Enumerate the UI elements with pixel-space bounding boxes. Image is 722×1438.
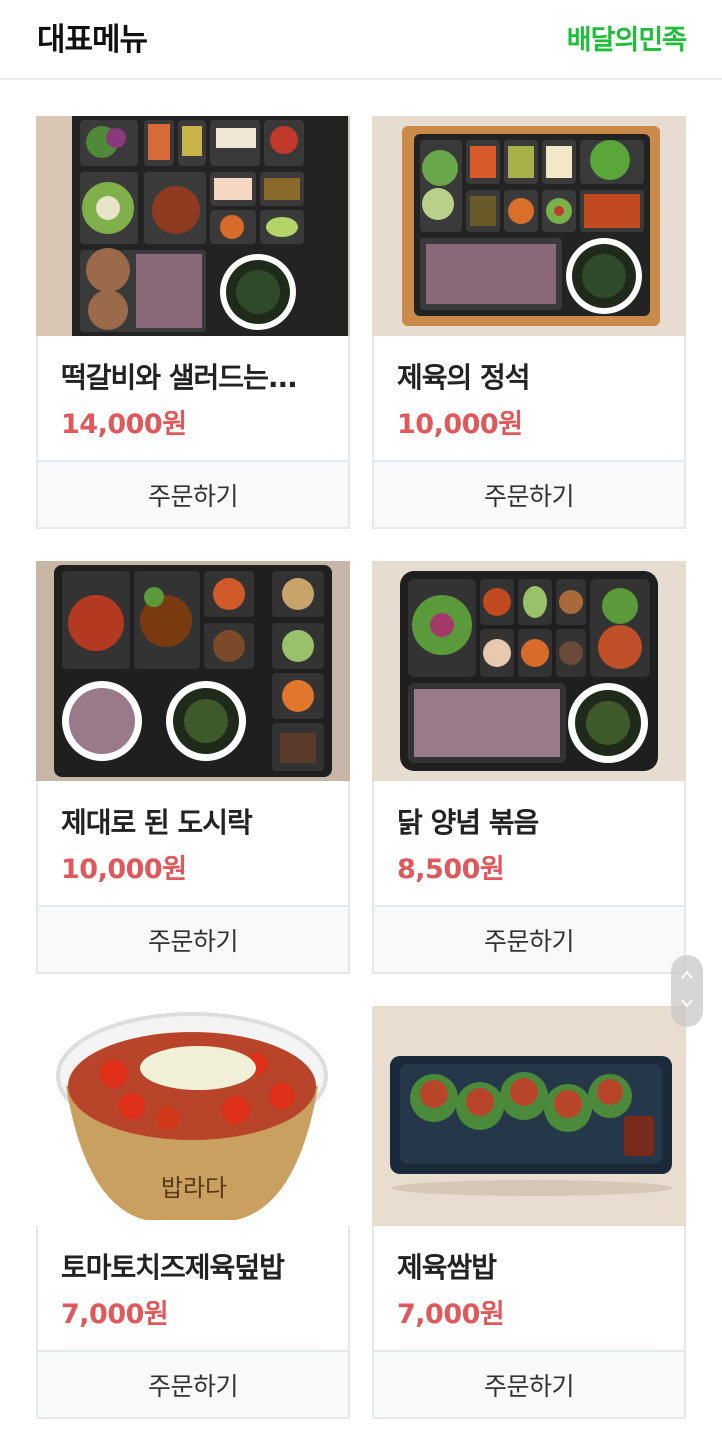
menu-card[interactable]: 제육쌈밥 7,000원 주문하기 bbox=[372, 1006, 686, 1419]
menu-card[interactable]: 제육의 정석 10,000원 주문하기 bbox=[372, 116, 686, 529]
menu-photo[interactable]: 밥라다 bbox=[36, 1006, 350, 1226]
menu-info: 떡갈비와 샐러드는... 14,000원 bbox=[38, 336, 348, 460]
menu-card[interactable]: 밥라다 토마토치즈제육덮밥 7,000원 주문하기 bbox=[36, 1006, 350, 1419]
menu-grid: 떡갈비와 샐러드는... 14,000원 주문하기 제육의 정석 10,000원… bbox=[0, 0, 722, 1438]
menu-card[interactable]: 닭 양념 볶음 8,500원 주문하기 bbox=[372, 561, 686, 974]
menu-info: 토마토치즈제육덮밥 7,000원 bbox=[38, 1226, 348, 1350]
menu-price: 7,000원 bbox=[397, 1299, 505, 1330]
chevron-down-icon[interactable] bbox=[679, 995, 695, 1011]
order-button[interactable]: 주문하기 bbox=[38, 460, 348, 527]
menu-card[interactable]: 떡갈비와 샐러드는... 14,000원 주문하기 bbox=[36, 116, 350, 529]
menu-photo[interactable] bbox=[372, 116, 686, 336]
menu-name: 닭 양념 볶음 bbox=[397, 806, 539, 839]
menu-photo[interactable] bbox=[372, 561, 686, 781]
menu-price: 10,000원 bbox=[61, 854, 187, 885]
menu-info: 제육의 정석 10,000원 bbox=[374, 336, 684, 460]
svg-text:밥라다: 밥라다 bbox=[161, 1174, 227, 1202]
order-button[interactable]: 주문하기 bbox=[374, 460, 684, 527]
menu-price: 8,500원 bbox=[397, 854, 505, 885]
menu-photo[interactable] bbox=[372, 1006, 686, 1226]
chevron-up-icon[interactable] bbox=[679, 967, 695, 983]
menu-info: 제육쌈밥 7,000원 bbox=[374, 1226, 684, 1350]
menu-name: 제육쌈밥 bbox=[397, 1251, 497, 1284]
menu-price: 7,000원 bbox=[61, 1299, 169, 1330]
order-button[interactable]: 주문하기 bbox=[38, 1350, 348, 1417]
menu-price: 14,000원 bbox=[61, 409, 187, 440]
order-button[interactable]: 주문하기 bbox=[374, 905, 684, 972]
menu-price: 10,000원 bbox=[397, 409, 523, 440]
menu-photo[interactable] bbox=[36, 116, 350, 336]
order-button[interactable]: 주문하기 bbox=[374, 1350, 684, 1417]
menu-name: 제육의 정석 bbox=[397, 361, 531, 394]
menu-photo[interactable] bbox=[36, 561, 350, 781]
order-button[interactable]: 주문하기 bbox=[38, 905, 348, 972]
menu-info: 닭 양념 볶음 8,500원 bbox=[374, 781, 684, 905]
menu-info: 제대로 된 도시락 10,000원 bbox=[38, 781, 348, 905]
menu-name: 토마토치즈제육덮밥 bbox=[61, 1251, 285, 1284]
scroll-control[interactable] bbox=[671, 955, 703, 1027]
menu-card[interactable]: 제대로 된 도시락 10,000원 주문하기 bbox=[36, 561, 350, 974]
menu-name: 떡갈비와 샐러드는... bbox=[61, 361, 298, 394]
menu-name: 제대로 된 도시락 bbox=[61, 806, 253, 839]
